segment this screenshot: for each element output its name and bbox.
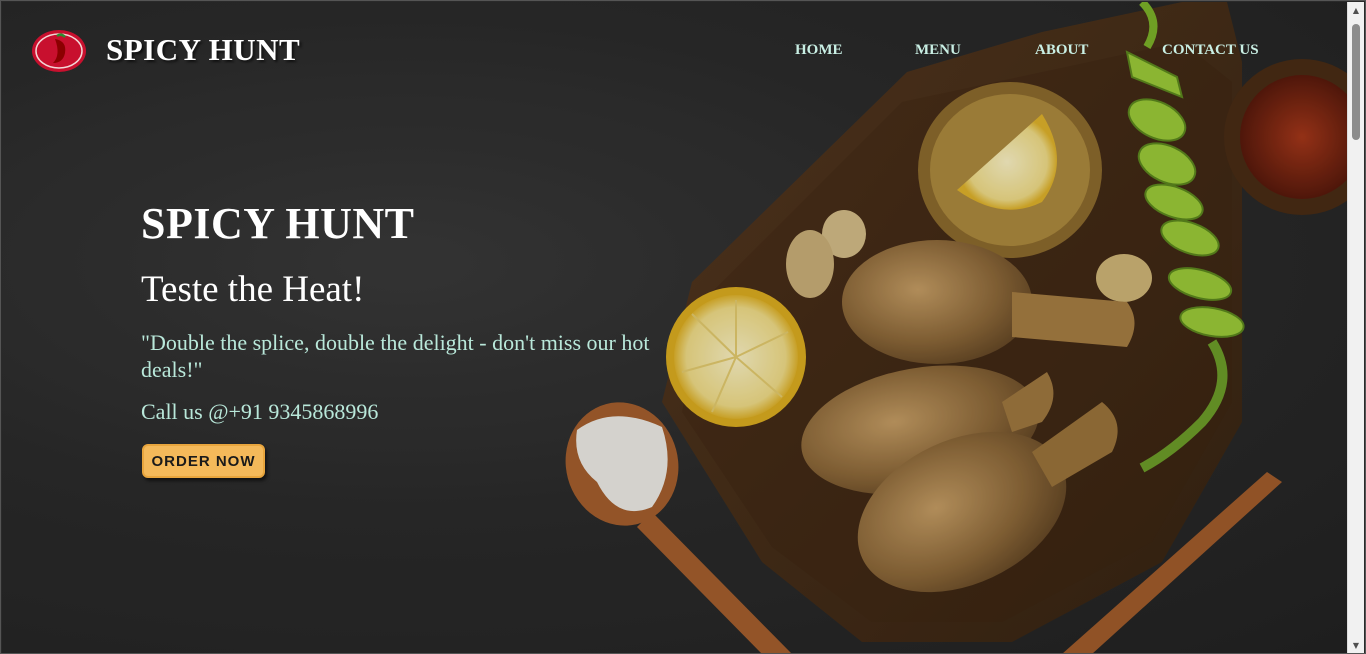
nav-contact-us[interactable]: CONTACT US (1162, 42, 1259, 59)
order-now-button[interactable]: ORDER NOW (142, 444, 265, 478)
hero-tagline: "Double the splice, double the delight -… (141, 330, 650, 382)
scrollbar-thumb[interactable] (1352, 24, 1360, 140)
hero-phone: Call us @+91 9345868996 (141, 399, 379, 424)
hero-subtitle: Teste the Heat! (141, 269, 365, 310)
nav-about[interactable]: ABOUT (1035, 42, 1088, 59)
browser-viewport: SPICY HUNT HOME MENU ABOUT CONTACT US SP… (0, 0, 1366, 654)
main-nav: HOME MENU ABOUT CONTACT US (2, 42, 1348, 64)
hero-section: SPICY HUNT HOME MENU ABOUT CONTACT US SP… (2, 2, 1348, 653)
nav-menu[interactable]: MENU (915, 42, 961, 59)
hero-title: SPICY HUNT (141, 199, 415, 248)
page-scrollbar[interactable]: ▲ ▼ (1347, 2, 1364, 653)
nav-home[interactable]: HOME (795, 42, 843, 59)
scroll-up-arrow-icon[interactable]: ▲ (1348, 2, 1364, 19)
scroll-down-arrow-icon[interactable]: ▼ (1348, 637, 1364, 653)
hero-background-image (565, 2, 1348, 653)
